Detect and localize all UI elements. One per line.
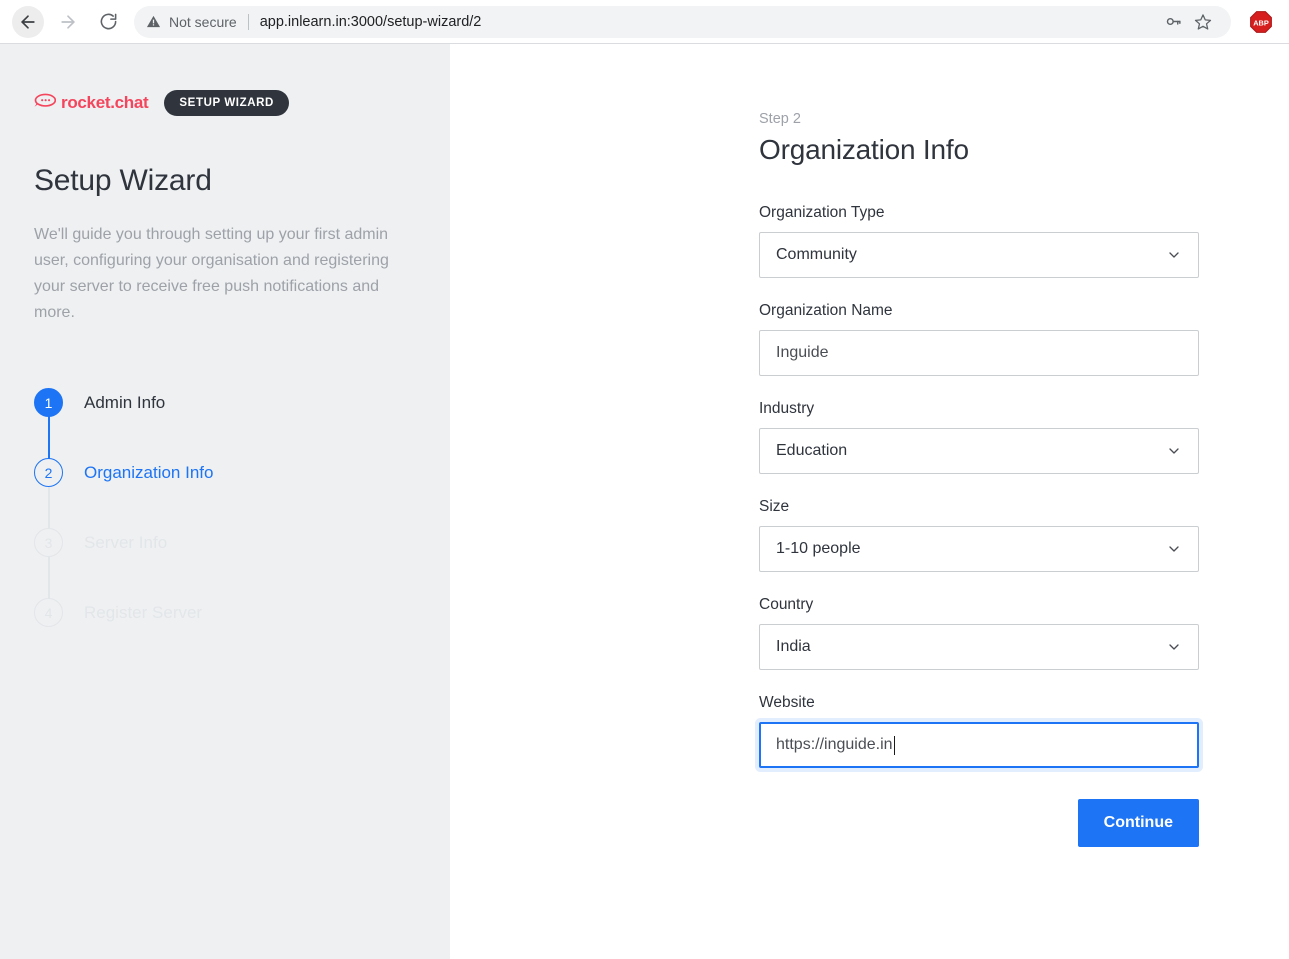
chevron-down-icon [1166,443,1182,459]
field-country: Country India [759,596,1199,670]
step-heading: Organization Info [759,134,969,165]
rocketchat-logo-icon [34,93,57,114]
brand-row: rocket.chat SETUP WIZARD [34,90,416,116]
step-number-badge: 2 [34,458,63,488]
svg-text:ABP: ABP [1253,18,1269,27]
step-label: Organization Info [84,462,214,482]
field-organization-name: Organization Name Inguide [759,302,1199,376]
country-select[interactable]: India [759,624,1199,670]
step-label: Server Info [84,532,168,552]
chevron-down-icon [1166,247,1182,263]
size-select[interactable]: 1-10 people [759,526,1199,572]
industry-select[interactable]: Education [759,428,1199,474]
omnibox-divider [247,13,249,30]
field-label: Country [759,596,814,613]
page-body: rocket.chat SETUP WIZARD Setup Wizard We… [0,44,1289,959]
step-number-badge: 1 [34,388,63,418]
text-cursor [893,735,895,755]
sidebar-step-register-server: 4 Register Server [34,578,416,648]
field-website: Website https://inguide.in [759,694,1199,768]
security-status-label: Not secure [169,13,237,30]
chevron-down-icon [1166,639,1182,655]
abp-icon[interactable]: ABP [1245,6,1277,38]
input-value: Inguide [776,344,829,361]
organization-info-form: Step 2 Organization Info Organization Ty… [759,111,1199,847]
url-text: app.inlearn.in:3000/setup-wizard/2 [259,13,482,30]
sidebar-step-server-info: 3 Server Info [34,508,416,578]
organization-name-input[interactable]: Inguide [759,330,1199,376]
setup-wizard-sidebar: rocket.chat SETUP WIZARD Setup Wizard We… [0,44,450,959]
step-number-badge: 3 [34,528,63,558]
star-icon[interactable] [1189,8,1217,36]
step-list: 1 Admin Info 2 Organization Info 3 Serve… [34,368,416,648]
setup-wizard-main: Step 2 Organization Info Organization Ty… [450,44,1289,959]
selected-value: India [776,638,811,655]
sidebar-step-admin-info[interactable]: 1 Admin Info [34,368,416,438]
step-label: Register Server [84,602,203,622]
field-label: Size [759,498,790,515]
reload-icon [99,12,118,31]
reload-button[interactable] [92,6,124,38]
rocketchat-logo: rocket.chat [34,93,149,114]
omnibox-actions [1157,8,1219,36]
address-bar[interactable]: Not secure app.inlearn.in:3000/setup-wiz… [134,5,1231,38]
arrow-left-icon [18,12,38,32]
selected-value: Community [776,246,857,263]
chevron-down-icon [1166,541,1182,557]
arrow-right-icon [58,12,78,32]
selected-value: 1-10 people [776,540,861,557]
sidebar-step-organization-info[interactable]: 2 Organization Info [34,438,416,508]
website-input[interactable]: https://inguide.in [759,722,1199,768]
field-industry: Industry Education [759,400,1199,474]
sidebar-description: We'll guide you through setting up your … [34,226,389,321]
step-label: Admin Info [84,392,166,412]
key-icon[interactable] [1159,8,1187,36]
organization-type-select[interactable]: Community [759,232,1199,278]
field-label: Organization Type [759,204,885,221]
forward-button[interactable] [52,6,84,38]
form-actions: Continue [759,799,1199,847]
rocketchat-logo-text: rocket.chat [61,93,149,112]
field-label: Website [759,694,815,711]
field-label: Industry [759,400,815,417]
back-button[interactable] [12,5,44,38]
step-number-badge: 4 [34,598,63,628]
page-title: Setup Wizard [34,164,212,197]
setup-wizard-badge: SETUP WIZARD [164,90,289,116]
browser-toolbar: Not secure app.inlearn.in:3000/setup-wiz… [0,0,1289,44]
field-size: Size 1-10 people [759,498,1199,572]
field-label: Organization Name [759,302,893,319]
step-eyebrow: Step 2 [759,111,801,127]
field-organization-type: Organization Type Community [759,204,1199,278]
input-value: https://inguide.in [776,736,893,753]
selected-value: Education [776,442,848,459]
continue-button[interactable]: Continue [1077,799,1199,847]
warning-triangle-icon[interactable] [146,14,161,29]
